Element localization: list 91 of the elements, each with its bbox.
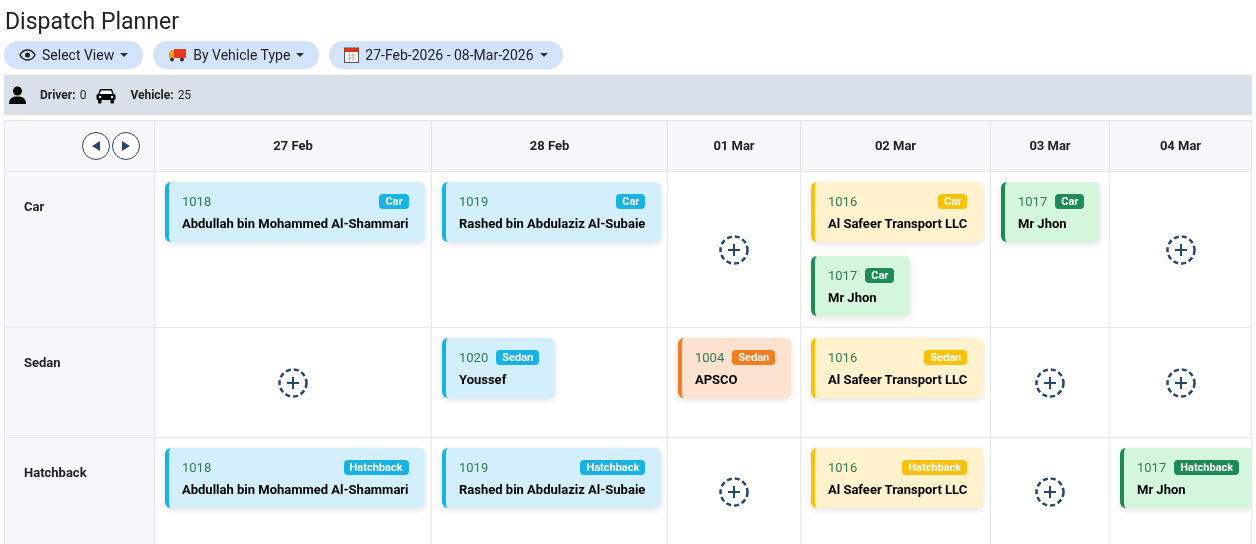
- add-button[interactable]: [1035, 476, 1065, 507]
- customer-name: Abdullah bin Mohammed Al-Shammari: [182, 480, 409, 499]
- left-triangle-icon: [92, 141, 100, 151]
- caret-icon: [296, 53, 305, 57]
- vehicle-type-label: Car: [24, 199, 45, 214]
- booking-card[interactable]: 1020 Sedan Youssef: [442, 338, 556, 398]
- next-button[interactable]: [112, 132, 140, 160]
- booking-number: 1019: [459, 193, 489, 211]
- customer-name: Mr Jhon: [828, 288, 878, 307]
- customer-name: Mr Jhon: [1137, 480, 1187, 499]
- vehicle-type-tag: Hatchback: [580, 460, 646, 476]
- booking-number: 1018: [182, 193, 212, 211]
- booking-number: 1017: [1137, 459, 1167, 477]
- add-icon: [719, 234, 749, 265]
- customer-name: Mr Jhon: [1018, 214, 1068, 233]
- add-icon: [1035, 476, 1065, 507]
- booking-number: 1018: [182, 459, 212, 477]
- toolbar-dropdown[interactable]: By Vehicle Type: [153, 41, 320, 69]
- customer-name: Al Safeer Transport LLC: [828, 370, 968, 389]
- booking-card[interactable]: 1017 Hatchback Mr Jhon: [1120, 448, 1251, 508]
- toolbar-dropdown[interactable]: 27-Feb-2026 - 08-Mar-2026: [329, 41, 563, 69]
- vehicle-type-label: Sedan: [24, 355, 61, 370]
- eye-icon: [19, 49, 36, 61]
- customer-name: Rashed bin Abdulaziz Al-Subaie: [459, 214, 646, 233]
- customer-name: Al Safeer Transport LLC: [828, 214, 968, 233]
- booking-card[interactable]: 1019 Hatchback Rashed bin Abdulaziz Al-Subaie: [442, 448, 662, 508]
- date-header: 03 Mar: [991, 121, 1110, 171]
- add-button[interactable]: [719, 234, 749, 265]
- add-button[interactable]: [278, 367, 308, 398]
- booking-card[interactable]: 1004 Sedan APSCO: [678, 338, 792, 398]
- vehicle-type-tag: Sedan: [496, 350, 540, 366]
- date-header: 02 Mar: [801, 121, 991, 171]
- add-button[interactable]: [1035, 367, 1065, 398]
- customer-name: Al Safeer Transport LLC: [828, 480, 968, 499]
- add-button[interactable]: [1165, 367, 1196, 398]
- add-icon: [1165, 367, 1196, 398]
- booking-card[interactable]: 1016 Hatchback Al Safeer Transport LLC: [811, 448, 984, 508]
- add-icon: [1165, 234, 1196, 265]
- vehicle-type-label: Hatchback: [24, 465, 87, 480]
- previous-button[interactable]: [82, 132, 110, 160]
- caret-icon: [539, 53, 548, 57]
- booking-card[interactable]: 1016 Car Al Safeer Transport LLC: [811, 182, 984, 242]
- vehicle-type-tag: Car: [865, 268, 895, 284]
- summary-label: Driver:: [40, 87, 76, 104]
- date-header: 28 Feb: [432, 121, 668, 171]
- booking-number: 1019: [459, 459, 489, 477]
- vehicle-type-tag: Hatchback: [343, 460, 409, 476]
- booking-card[interactable]: 1016 Sedan Al Safeer Transport LLC: [811, 338, 984, 398]
- add-icon: [278, 367, 308, 398]
- booking-number: 1004: [695, 349, 725, 367]
- add-button[interactable]: [1165, 234, 1196, 265]
- vehicle-type-tag: Sedan: [924, 350, 968, 366]
- customer-name: Abdullah bin Mohammed Al-Shammari: [182, 214, 409, 233]
- booking-number: 1017: [1018, 193, 1048, 211]
- booking-card[interactable]: 1017 Car Mr Jhon: [811, 256, 911, 316]
- booking-number: 1016: [828, 193, 858, 211]
- vehicle-type-tag: Car: [379, 194, 409, 210]
- page-title: Dispatch Planner: [4, 7, 180, 37]
- caret-icon: [120, 53, 129, 57]
- customer-name: Youssef: [459, 370, 508, 389]
- booking-number: 1020: [459, 349, 489, 367]
- toolbar-dropdown[interactable]: Select View: [4, 41, 144, 69]
- booking-card[interactable]: 1019 Car Rashed bin Abdulaziz Al-Subaie: [442, 182, 662, 242]
- summary-value: 0: [79, 87, 87, 104]
- car-icon: [96, 86, 117, 104]
- summary-label: Vehicle:: [130, 87, 174, 104]
- vehicle-type-tag: Car: [616, 194, 646, 210]
- date-header: 04 Mar: [1110, 121, 1252, 171]
- booking-number: 1016: [828, 459, 858, 477]
- booking-card[interactable]: 1018 Car Abdullah bin Mohammed Al-Shammari: [165, 182, 425, 242]
- add-icon: [1035, 367, 1065, 398]
- vehicle-type-tag: Car: [1055, 194, 1085, 210]
- vehicle-type-tag: Hatchback: [902, 460, 968, 476]
- customer-name: APSCO: [695, 370, 739, 389]
- truck-icon: [168, 48, 188, 62]
- vehicle-type-tag: Hatchback: [1174, 460, 1240, 476]
- add-button[interactable]: [719, 476, 749, 507]
- person-icon: [9, 86, 26, 104]
- add-icon: [719, 476, 749, 507]
- date-header: 01 Mar: [668, 121, 801, 171]
- booking-number: 1016: [828, 349, 858, 367]
- customer-name: Rashed bin Abdulaziz Al-Subaie: [459, 480, 646, 499]
- calendar-icon: [344, 47, 360, 63]
- vehicle-type-tag: Sedan: [732, 350, 776, 366]
- vehicle-type-tag: Car: [938, 194, 968, 210]
- summary-value: 25: [177, 87, 192, 104]
- right-triangle-icon: [122, 141, 130, 151]
- booking-card[interactable]: 1017 Car Mr Jhon: [1001, 182, 1101, 242]
- booking-number: 1017: [828, 267, 858, 285]
- date-header: 27 Feb: [155, 121, 432, 171]
- booking-card[interactable]: 1018 Hatchback Abdullah bin Mohammed Al-Shammari: [165, 448, 425, 508]
